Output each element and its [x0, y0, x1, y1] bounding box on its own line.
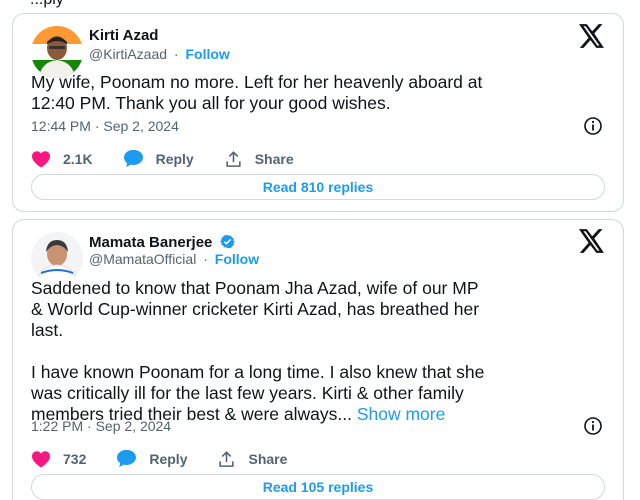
avatar[interactable] — [31, 232, 83, 284]
reply-label: Reply — [155, 150, 194, 167]
separator-dot: · — [173, 46, 179, 62]
author-handle[interactable]: @KirtiAzaad — [89, 46, 167, 62]
share-icon — [226, 150, 241, 167]
reply-label: Reply — [149, 450, 188, 467]
heart-icon — [32, 450, 50, 468]
reply-button[interactable]: Reply — [116, 449, 187, 468]
share-icon — [219, 450, 235, 467]
info-icon[interactable] — [583, 116, 603, 136]
handle-row: @KirtiAzaad · Follow — [89, 46, 230, 62]
tweet-card[interactable]: Kirti Azad @KirtiAzaad · Follow My wife,… — [12, 13, 624, 212]
verified-badge-icon — [219, 234, 235, 249]
reply-button[interactable]: Reply — [123, 149, 194, 168]
separator-dot: · — [203, 251, 208, 267]
tweet-text: Saddened to know that Poonam Jha Azad, w… — [31, 278, 605, 425]
author-handle[interactable]: @MamataOfficial — [89, 251, 196, 267]
reply-bubble-icon — [123, 149, 143, 168]
read-replies-button[interactable]: Read 810 replies — [31, 174, 605, 200]
like-button[interactable]: 732 — [31, 450, 86, 468]
tweet-body: My wife, Poonam no more. Left for her he… — [31, 72, 483, 113]
show-more-link[interactable]: Show more — [357, 404, 446, 424]
x-logo-icon[interactable] — [579, 24, 605, 48]
read-replies-button[interactable]: Read 105 replies — [31, 474, 605, 500]
follow-button[interactable]: Follow — [215, 251, 259, 267]
previous-content-strip: ...ply — [0, 0, 640, 10]
author-name[interactable]: Kirti Azad — [89, 27, 158, 44]
tweet-timestamp[interactable]: 1:22 PM · Sep 2, 2024 — [31, 418, 171, 434]
like-button[interactable]: 2.1K — [31, 150, 93, 168]
info-icon[interactable] — [583, 416, 603, 436]
share-button[interactable]: Share — [224, 150, 294, 168]
handle-row: @MamataOfficial · Follow — [89, 251, 259, 267]
tweet-actions: 732 Reply Share — [31, 449, 317, 468]
like-count: 2.1K — [63, 150, 93, 167]
follow-button[interactable]: Follow — [185, 46, 229, 62]
tweet-text: My wife, Poonam no more. Left for her he… — [31, 72, 605, 114]
reply-bubble-icon — [117, 449, 137, 468]
truncated-text: ...ply — [30, 0, 64, 9]
tweet-body: Saddened to know that Poonam Jha Azad, w… — [31, 278, 485, 424]
tweet-timestamp[interactable]: 12:44 PM · Sep 2, 2024 — [31, 118, 179, 134]
avatar[interactable] — [31, 26, 83, 78]
share-label: Share — [254, 150, 294, 167]
tweet-card[interactable]: Mamata Banerjee @MamataOfficial · Follow… — [12, 219, 624, 500]
author-name-text[interactable]: Mamata Banerjee — [89, 234, 212, 251]
like-count: 732 — [63, 450, 87, 467]
tweet-actions: 2.1K Reply Share — [31, 149, 324, 168]
author-name[interactable]: Mamata Banerjee — [89, 234, 235, 251]
share-button[interactable]: Share — [217, 450, 287, 468]
share-label: Share — [248, 450, 288, 467]
x-logo-icon[interactable] — [579, 229, 605, 253]
heart-icon — [32, 150, 50, 168]
